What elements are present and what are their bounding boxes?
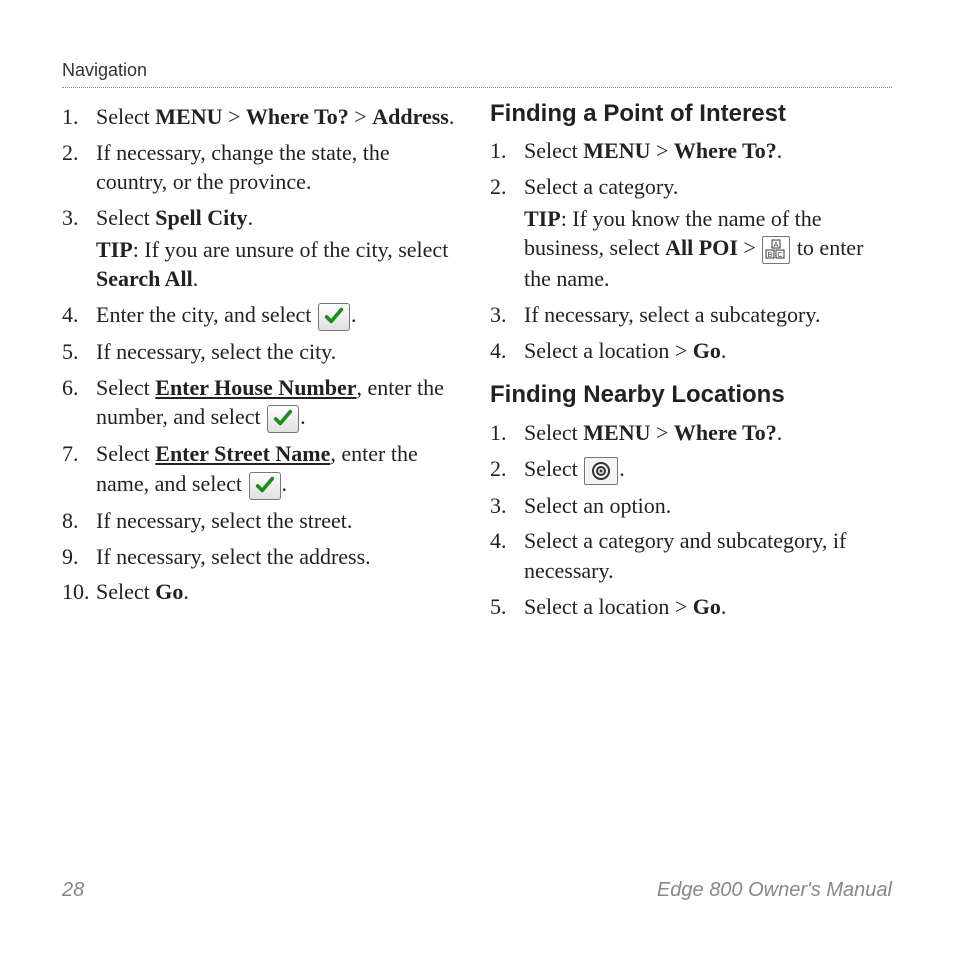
svg-text:C: C xyxy=(778,252,783,259)
step-body: If necessary, select the city. xyxy=(96,337,464,367)
step-body: Select a location > Go. xyxy=(524,336,892,366)
step-number: 4. xyxy=(490,336,524,366)
page-footer: 28 Edge 800 Owner's Manual xyxy=(62,879,892,902)
tip: TIP: If you know the name of the busines… xyxy=(524,204,892,294)
step-number: 2. xyxy=(490,172,524,202)
checkmark-icon xyxy=(318,303,350,331)
step-number: 5. xyxy=(62,337,96,367)
section-header: Navigation xyxy=(62,60,892,88)
step: 2. Select a category. TIP: If you know t… xyxy=(490,172,892,294)
step: 2. If necessary, change the state, the c… xyxy=(62,138,464,197)
step: 2. Select . xyxy=(490,454,892,485)
step-number: 3. xyxy=(62,203,96,233)
step: 6. Select Enter House Number, enter the … xyxy=(62,373,464,434)
address-steps: 1. Select MENU > Where To? > Address. 2.… xyxy=(62,102,464,607)
step: 10. Select Go. xyxy=(62,577,464,607)
target-icon xyxy=(584,457,618,485)
step: 1. Select MENU > Where To? > Address. xyxy=(62,102,464,132)
step: 4. Enter the city, and select . xyxy=(62,300,464,331)
tip: TIP: If you are unsure of the city, sele… xyxy=(96,235,464,294)
document-title: Edge 800 Owner's Manual xyxy=(657,879,892,902)
step-number: 8. xyxy=(62,506,96,536)
step-body: Select Go. xyxy=(96,577,464,607)
step: 4. Select a location > Go. xyxy=(490,336,892,366)
step-body: Select a category and subcategory, if ne… xyxy=(524,526,892,585)
step-number: 2. xyxy=(490,454,524,484)
left-column: 1. Select MENU > Where To? > Address. 2.… xyxy=(62,96,464,627)
right-column: Finding a Point of Interest 1. Select ME… xyxy=(490,96,892,627)
step-body: Select Enter Street Name, enter the name… xyxy=(96,439,464,500)
step: 4. Select a category and subcategory, if… xyxy=(490,526,892,585)
content-columns: 1. Select MENU > Where To? > Address. 2.… xyxy=(62,96,892,627)
step: 8. If necessary, select the street. xyxy=(62,506,464,536)
abc-keyboard-icon: ABC xyxy=(762,236,790,264)
step-number: 1. xyxy=(62,102,96,132)
page-number: 28 xyxy=(62,879,84,902)
step-body: Select Spell City. TIP: If you are unsur… xyxy=(96,203,464,294)
step-body: If necessary, select a subcategory. xyxy=(524,300,892,330)
step-number: 1. xyxy=(490,136,524,166)
step-body: Select Enter House Number, enter the num… xyxy=(96,373,464,434)
step-number: 2. xyxy=(62,138,96,168)
step-number: 10. xyxy=(62,577,96,607)
step: 3. Select Spell City. TIP: If you are un… xyxy=(62,203,464,294)
step-body: Select an option. xyxy=(524,491,892,521)
step-body: Select a location > Go. xyxy=(524,592,892,622)
step: 9. If necessary, select the address. xyxy=(62,542,464,572)
step-number: 7. xyxy=(62,439,96,469)
poi-steps: 1. Select MENU > Where To?. 2. Select a … xyxy=(490,136,892,365)
step: 5. Select a location > Go. xyxy=(490,592,892,622)
section-title-poi: Finding a Point of Interest xyxy=(490,98,892,130)
step-body: Enter the city, and select . xyxy=(96,300,464,331)
step: 1. Select MENU > Where To?. xyxy=(490,136,892,166)
step-body: If necessary, change the state, the coun… xyxy=(96,138,464,197)
nearby-steps: 1. Select MENU > Where To?. 2. Select . … xyxy=(490,418,892,621)
step: 3. If necessary, select a subcategory. xyxy=(490,300,892,330)
step-number: 6. xyxy=(62,373,96,403)
svg-text:B: B xyxy=(768,252,773,259)
step-body: If necessary, select the street. xyxy=(96,506,464,536)
checkmark-icon xyxy=(249,472,281,500)
manual-page: Navigation 1. Select MENU > Where To? > … xyxy=(0,0,954,954)
step-number: 3. xyxy=(490,300,524,330)
step-number: 5. xyxy=(490,592,524,622)
step-body: Select MENU > Where To?. xyxy=(524,418,892,448)
step: 1. Select MENU > Where To?. xyxy=(490,418,892,448)
step-body: Select MENU > Where To? > Address. xyxy=(96,102,464,132)
step-body: Select a category. TIP: If you know the … xyxy=(524,172,892,294)
step-body: Select . xyxy=(524,454,892,485)
step-body: If necessary, select the address. xyxy=(96,542,464,572)
step-number: 9. xyxy=(62,542,96,572)
step-number: 4. xyxy=(62,300,96,330)
step-number: 4. xyxy=(490,526,524,556)
step: 5. If necessary, select the city. xyxy=(62,337,464,367)
step-body: Select MENU > Where To?. xyxy=(524,136,892,166)
section-title-nearby: Finding Nearby Locations xyxy=(490,379,892,411)
step: 3. Select an option. xyxy=(490,491,892,521)
step-number: 3. xyxy=(490,491,524,521)
step-number: 1. xyxy=(490,418,524,448)
svg-text:A: A xyxy=(774,242,779,249)
checkmark-icon xyxy=(267,405,299,433)
step: 7. Select Enter Street Name, enter the n… xyxy=(62,439,464,500)
